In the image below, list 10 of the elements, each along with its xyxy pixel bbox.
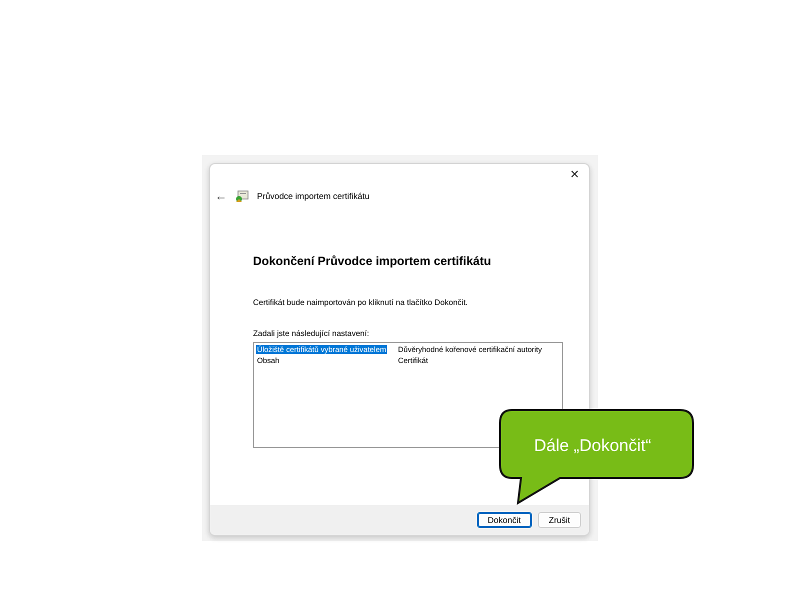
back-button[interactable]: ← [215,189,227,203]
cancel-button[interactable]: Zrušit [538,512,581,528]
close-button[interactable]: × [566,166,583,184]
certificate-icon [235,190,249,202]
wizard-title: Průvodce importem certifikátu [257,190,370,202]
callout-text: Dále „Dokončit“ [534,435,652,457]
page-heading: Dokončení Průvodce importem certifikátu [253,253,492,270]
finish-button[interactable]: Dokončit [476,512,532,528]
settings-label: Zadali jste následující nastavení: [253,328,370,340]
description-text: Certifikát bude naimportován po kliknutí na tlačítko Dokončit. [253,297,469,309]
